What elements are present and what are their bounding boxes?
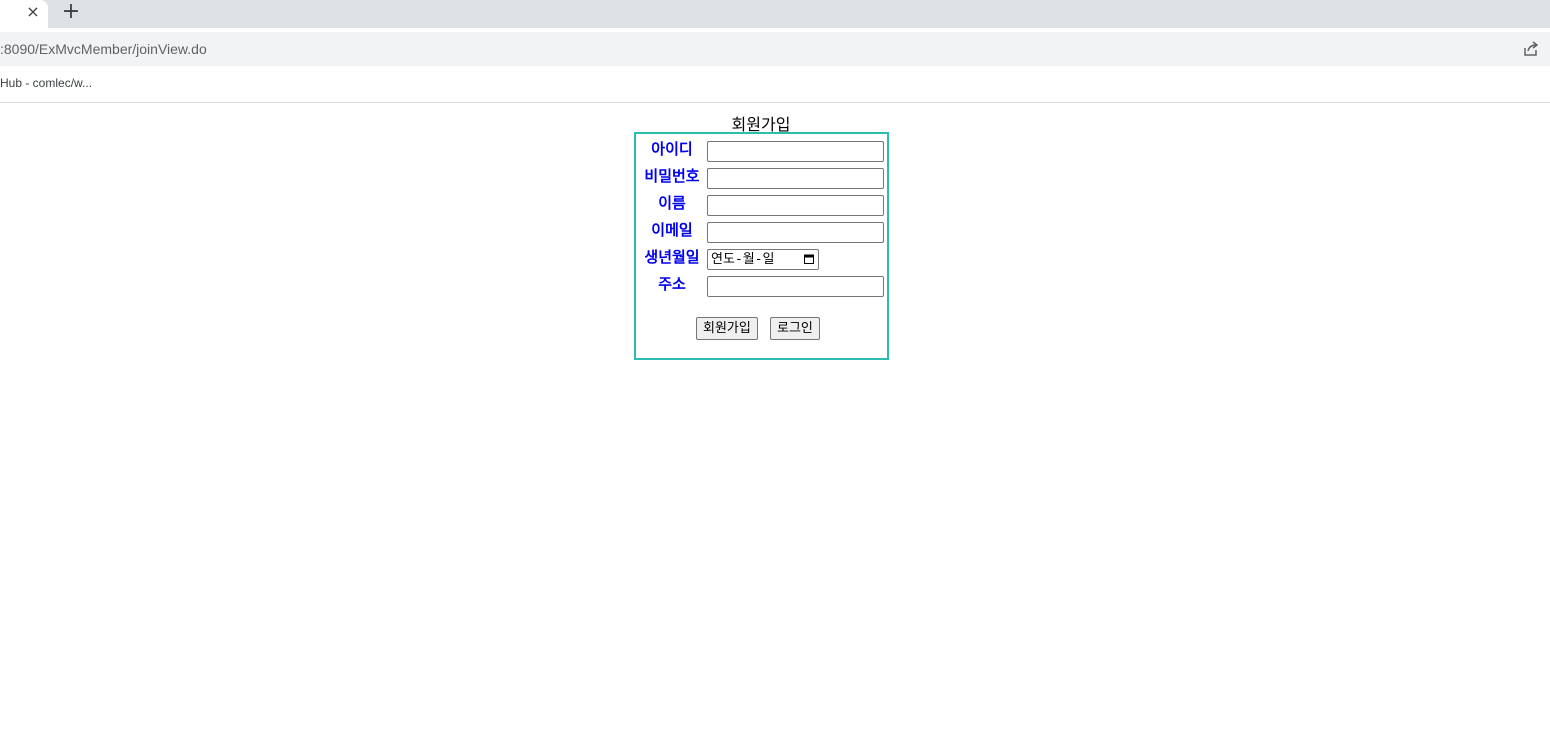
address-label: 주소 [658,275,686,293]
bookmarks-bar: Hub - comlec/w... [0,68,1550,103]
birthdate-placeholder: 연도-월-일 [711,252,775,267]
login-button[interactable]: 로그인 [770,317,820,340]
name-label: 이름 [658,194,686,212]
address-input[interactable] [707,276,884,297]
join-form: 아이디 비밀번호 이름 이메일 생년월일 연도-월-일 주소 회원가입 로그인 [634,132,889,360]
email-label: 이메일 [651,221,693,239]
id-input[interactable] [707,141,884,162]
email-input[interactable] [707,222,884,243]
password-row: 비밀번호 [636,164,887,189]
name-input[interactable] [707,195,884,216]
active-tab[interactable]: × [0,0,48,28]
birthdate-row: 생년월일 연도-월-일 [636,245,887,270]
tab-strip: × + [0,0,1550,28]
browser-toolbar: :8090/ExMvcMember/joinView.do [0,28,1550,68]
address-bar[interactable]: :8090/ExMvcMember/joinView.do [0,32,1550,66]
birthdate-input[interactable]: 연도-월-일 [707,249,819,270]
email-row: 이메일 [636,218,887,243]
password-input[interactable] [707,168,884,189]
password-label: 비밀번호 [644,167,700,185]
address-row: 주소 [636,272,887,297]
name-row: 이름 [636,191,887,216]
url-text: :8090/ExMvcMember/joinView.do [0,41,207,57]
birthdate-label: 생년월일 [644,248,700,266]
join-button[interactable]: 회원가입 [696,317,758,340]
new-tab-icon[interactable]: + [60,0,82,24]
id-row: 아이디 [636,137,887,162]
bookmark-item[interactable]: Hub - comlec/w... [0,76,92,90]
share-icon[interactable] [1522,40,1540,58]
close-tab-icon[interactable]: × [24,2,42,22]
id-label: 아이디 [651,140,693,158]
calendar-icon[interactable] [804,254,814,264]
